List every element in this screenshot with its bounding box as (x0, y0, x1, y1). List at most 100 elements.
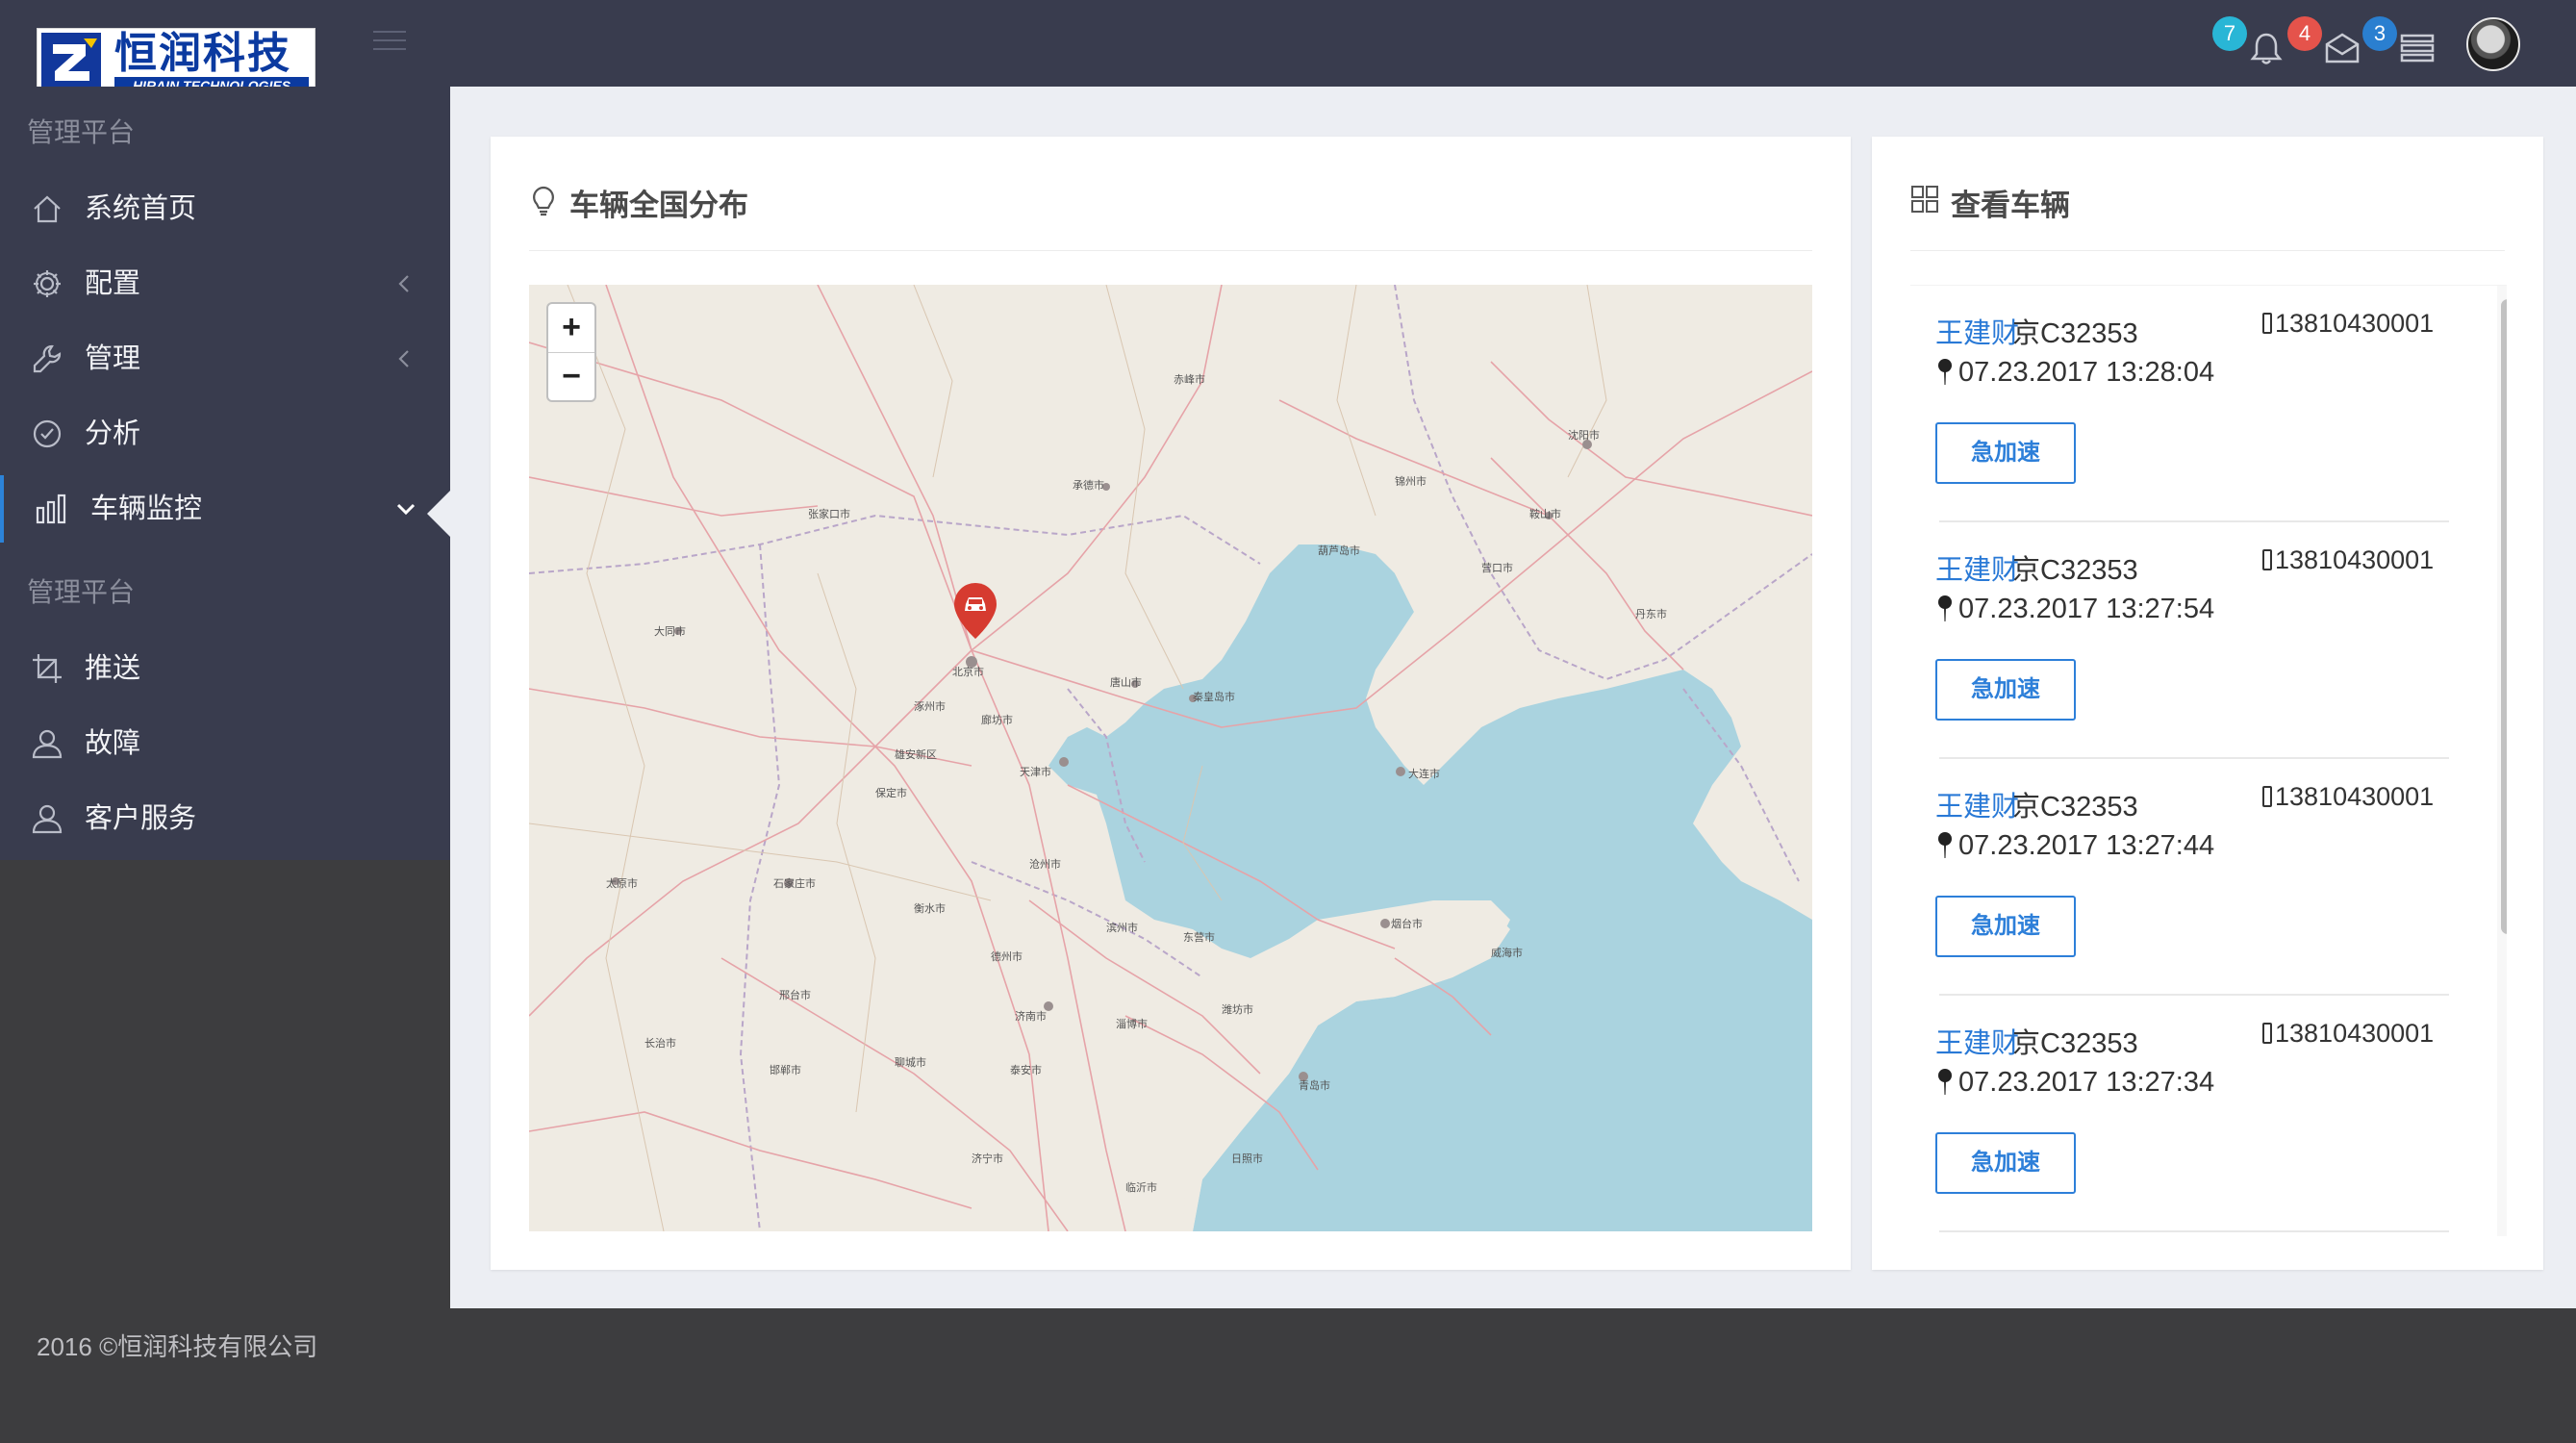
vehicle-list-item: 王建财 京C32353 13810430001 07.23.2017 13:27… (1910, 759, 2488, 996)
card-title: 查看车辆 (1910, 181, 2070, 224)
map-pin-icon (1938, 359, 1952, 385)
map-label: 秦皇岛市 (1193, 692, 1235, 703)
sidebar-item-home[interactable]: 系统首页 (0, 175, 450, 242)
vehicle-map[interactable]: 北京市 天津市 石家庄市 济南市 大连市 烟台市 青岛市 张家口市 承德市 唐山… (529, 285, 1812, 1231)
map-label: 东营市 (1183, 932, 1215, 944)
scrollbar-thumb[interactable] (2501, 299, 2507, 934)
sidebar-item-label: 分析 (85, 418, 141, 449)
rapid-acceleration-button[interactable]: 急加速 (1935, 896, 2076, 957)
driver-name-link[interactable]: 王建财 (1935, 784, 2019, 824)
map-tiles (529, 285, 1812, 1231)
bar-chart-icon (36, 494, 66, 524)
map-label: 太原市 (606, 878, 638, 890)
map-label: 临沂市 (1125, 1182, 1157, 1194)
logo-text-cn: 恒润科技 (114, 29, 291, 78)
tasks-icon[interactable] (2399, 33, 2436, 63)
map-label: 赤峰市 (1174, 374, 1205, 386)
mail-icon[interactable] (2322, 29, 2362, 67)
zoom-out-button[interactable]: − (548, 353, 594, 401)
map-zoom-control: + − (546, 302, 596, 402)
vehicle-list[interactable]: 王建财 京C32353 13810430001 07.23.2017 13:28… (1910, 285, 2507, 1236)
sidebar-item-label: 车辆监控 (90, 494, 203, 524)
map-label: 天津市 (1020, 767, 1051, 778)
footer-copyright: 2016 ©恒润科技有限公司 (37, 1332, 318, 1361)
sidebar-item-push[interactable]: 推送 (0, 635, 450, 702)
home-icon (34, 195, 61, 223)
rapid-acceleration-button[interactable]: 急加速 (1935, 659, 2076, 721)
event-time: 07.23.2017 13:27:34 (1935, 1067, 2214, 1099)
map-label: 淄博市 (1116, 1019, 1148, 1030)
map-label: 北京市 (952, 667, 984, 678)
driver-name-link[interactable]: 王建财 (1935, 1021, 2019, 1061)
map-label: 泰安市 (1010, 1065, 1042, 1076)
sidebar-item-analysis[interactable]: 分析 (0, 400, 450, 468)
sidebar-item-label: 故障 (85, 728, 141, 759)
main-content: 车辆全国分布 北京市 天津市 石家庄市 济南市 大连市 烟台市 青岛市 张家口市… (450, 87, 2576, 1308)
map-label: 邯郸市 (770, 1065, 801, 1076)
chevron-left-icon (398, 275, 409, 292)
map-label: 张家口市 (808, 509, 850, 520)
bell-icon[interactable] (2247, 29, 2286, 67)
phone-number: 13810430001 (2262, 1019, 2434, 1049)
phone-number: 13810430001 (2262, 545, 2434, 575)
sidebar-item-label: 推送 (85, 653, 141, 684)
avatar[interactable] (2466, 17, 2520, 71)
driver-name-link[interactable]: 王建财 (1935, 547, 2019, 588)
map-pin-icon (1938, 1069, 1952, 1095)
zoom-in-button[interactable]: + (548, 304, 594, 353)
map-label: 涿州市 (914, 701, 946, 713)
rapid-acceleration-button[interactable]: 急加速 (1935, 1132, 2076, 1194)
map-label: 鞍山市 (1529, 509, 1561, 520)
card-title: 车辆全国分布 (529, 181, 748, 224)
crop-icon (33, 654, 62, 683)
map-label: 威海市 (1491, 948, 1523, 959)
driver-name-link[interactable]: 王建财 (1935, 311, 2019, 351)
item-divider (1939, 1230, 2449, 1232)
map-label: 大同市 (654, 626, 686, 638)
map-label: 长治市 (644, 1038, 676, 1050)
notification-count-badge: 7 (2212, 16, 2247, 51)
card-title-text: 查看车辆 (1951, 189, 2070, 222)
phone-number: 13810430001 (2262, 309, 2434, 339)
phone-icon (2262, 786, 2272, 807)
event-time: 07.23.2017 13:27:44 (1935, 830, 2214, 862)
map-label: 日照市 (1231, 1153, 1263, 1165)
phone-icon (2262, 1023, 2272, 1044)
user-icon (32, 729, 63, 759)
phone-number: 13810430001 (2262, 782, 2434, 812)
map-label: 聊城市 (895, 1057, 926, 1069)
map-label: 石家庄市 (773, 878, 816, 890)
map-label: 保定市 (875, 788, 907, 799)
map-pin-icon (1938, 595, 1952, 621)
map-label: 唐山市 (1110, 677, 1142, 689)
card-title-text: 车辆全国分布 (569, 189, 748, 222)
event-time: 07.23.2017 13:28:04 (1935, 357, 2214, 389)
sidebar-section-title: 管理平台 (27, 577, 136, 607)
check-circle-icon (33, 419, 62, 448)
lightbulb-icon (533, 186, 554, 216)
sidebar-item-vehicle-monitoring[interactable]: 车辆监控 (0, 475, 450, 543)
phone-icon (2262, 549, 2272, 570)
sidebar-item-manage[interactable]: 管理 (0, 325, 450, 392)
rapid-acceleration-button[interactable]: 急加速 (1935, 422, 2076, 484)
map-label: 潍坊市 (1222, 1004, 1253, 1016)
menu-toggle-icon[interactable] (373, 31, 406, 54)
sidebar-item-customer-service[interactable]: 客户服务 (0, 785, 450, 852)
sidebar-item-fault[interactable]: 故障 (0, 710, 450, 777)
map-label: 衡水市 (914, 903, 946, 915)
sidebar-item-config[interactable]: 配置 (0, 250, 450, 317)
chevron-down-icon (396, 503, 416, 516)
map-label: 丹东市 (1635, 609, 1667, 620)
card-divider (529, 250, 1812, 251)
map-label: 德州市 (991, 951, 1023, 963)
map-label: 葫芦岛市 (1318, 545, 1360, 557)
vehicle-list-card: 查看车辆 王建财 京C32353 13810430001 07.23.2017 … (1872, 137, 2543, 1270)
vehicle-list-item: 王建财 京C32353 13810430001 07.23.2017 13:27… (1910, 522, 2488, 759)
vehicle-list-item: 王建财 京C32353 13810430001 07.23.2017 13:28… (1910, 286, 2488, 522)
map-label: 雄安新区 (895, 749, 937, 761)
map-label: 营口市 (1481, 563, 1513, 574)
map-label: 大连市 (1408, 769, 1440, 780)
map-label: 承德市 (1073, 480, 1104, 492)
vehicle-marker (954, 583, 997, 639)
sidebar-item-label: 配置 (85, 268, 141, 299)
